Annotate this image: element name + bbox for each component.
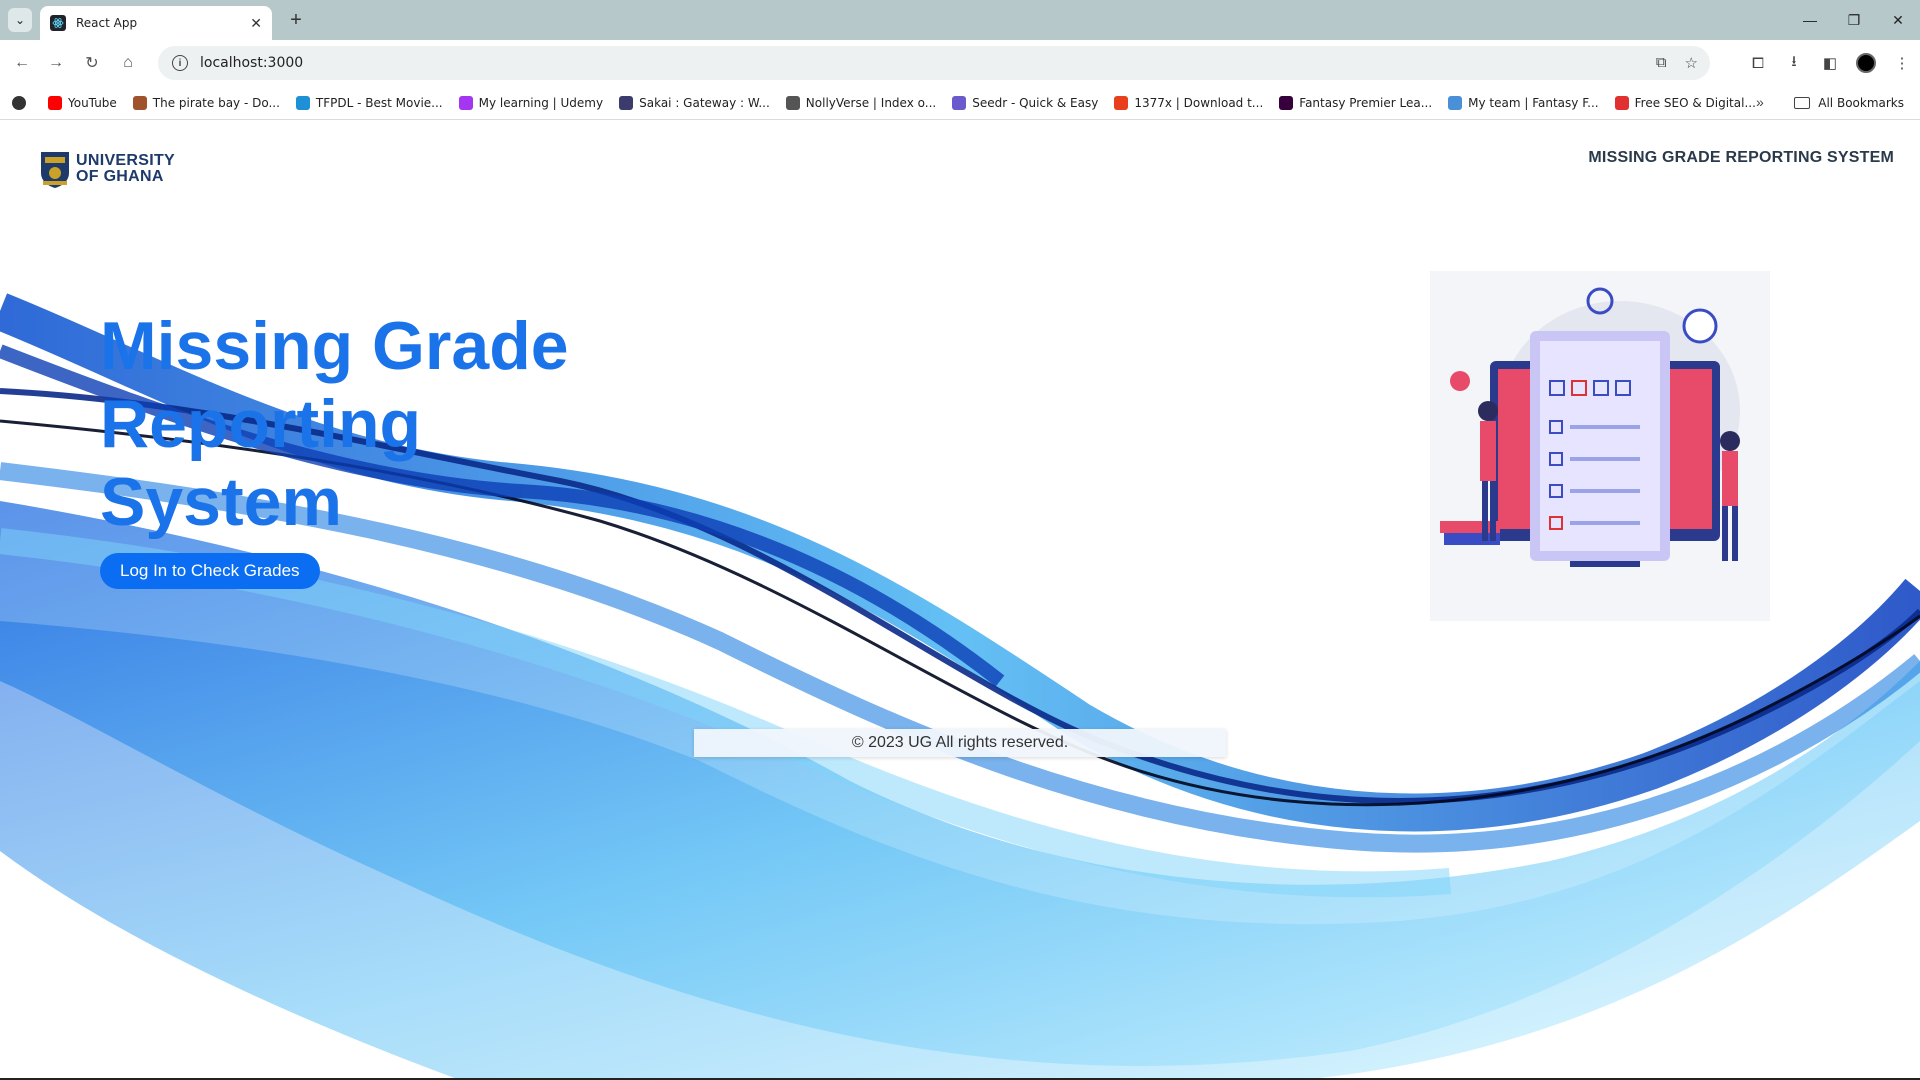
bookmark-item[interactable]: My team | Fantasy F...	[1448, 96, 1599, 110]
bookmarks-list: YouTube The pirate bay - Do... TFPDL - Bes…	[12, 86, 1772, 120]
bookmark-favicon-icon	[132, 96, 147, 110]
bookmark-label: TFPDL - Best Movie...	[315, 96, 443, 110]
browser-tabstrip: ⌄ React App ✕ + — ❐ ✕	[0, 0, 1920, 40]
bookmark-label: NollyVerse | Index o...	[805, 96, 937, 110]
footer-copyright: © 2023 UG All rights reserved.	[694, 729, 1226, 757]
logo-text: UNIVERSITY OF GHANA	[76, 153, 175, 185]
bookmark-label: Fantasy Premier Lea...	[1299, 96, 1433, 110]
bookmark-label: My team | Fantasy F...	[1468, 96, 1599, 110]
bookmark-item[interactable]: TFPDL - Best Movie...	[295, 96, 443, 110]
checklist-illustration	[1430, 271, 1770, 621]
bookmarks-bar: YouTube The pirate bay - Do... TFPDL - Bes…	[0, 86, 1920, 120]
bookmark-item[interactable]: Sakai : Gateway : W...	[619, 96, 770, 110]
bookmark-favicon-icon	[48, 96, 62, 110]
restore-icon[interactable]: ❐	[1832, 0, 1876, 40]
back-arrow-icon[interactable]: ←	[8, 49, 36, 77]
download-icon[interactable]: ⭳	[1776, 49, 1812, 77]
install-app-icon[interactable]: ⧉	[1656, 54, 1667, 72]
window-close-icon[interactable]: ✕	[1876, 0, 1920, 40]
bookmark-label: My learning | Udemy	[478, 96, 604, 110]
bookmark-favicon-icon	[1614, 96, 1629, 110]
new-tab-plus-icon[interactable]: +	[284, 8, 308, 32]
bookmark-label: Seedr - Quick & Easy	[972, 96, 1099, 110]
react-favicon-icon	[50, 15, 66, 31]
more-bookmarks-icon[interactable]: »	[1756, 94, 1764, 110]
bookmark-item[interactable]: My learning | Udemy	[458, 96, 604, 110]
url-text[interactable]: localhost:3000	[200, 55, 303, 71]
side-panel-icon[interactable]: ◧	[1812, 49, 1848, 77]
minimize-icon[interactable]: —	[1788, 0, 1832, 40]
tab-close-icon[interactable]: ✕	[250, 15, 262, 32]
site-info-icon[interactable]: i	[172, 55, 188, 71]
header-system-title: MISSING GRADE REPORTING SYSTEM	[1588, 149, 1894, 166]
reload-icon[interactable]: ↻	[78, 49, 106, 77]
bookmark-item[interactable]: NollyVerse | Index o...	[785, 96, 937, 110]
bookmark-favicon-icon	[295, 96, 310, 110]
logo-line-2: OF GHANA	[76, 168, 164, 185]
bookmark-item[interactable]: Seedr - Quick & Easy	[952, 96, 1098, 110]
tab-title: React App	[76, 16, 138, 30]
bookmark-label: Free SEO & Digital...	[1634, 96, 1756, 110]
bookmark-label: Sakai : Gateway : W...	[639, 96, 770, 110]
bookmark-item[interactable]: YouTube	[48, 96, 117, 110]
browser-tab[interactable]: React App ✕	[40, 6, 272, 40]
bookmark-favicon-icon	[458, 96, 473, 110]
bookmark-favicon-icon	[1114, 96, 1129, 110]
bookmark-item[interactable]: The pirate bay - Do...	[132, 96, 280, 110]
bookmark-item[interactable]: Free SEO & Digital...	[1614, 96, 1756, 110]
all-bookmarks-label: All Bookmarks	[1818, 96, 1904, 110]
bookmark-label: The pirate bay - Do...	[152, 96, 280, 110]
bookmark-favicon-icon	[785, 96, 800, 110]
bookmark-star-icon[interactable]: ☆	[1685, 54, 1698, 72]
logo-line-1: UNIVERSITY	[76, 152, 176, 169]
bookmark-favicon-icon	[1279, 96, 1294, 110]
bookmark-label: YouTube	[68, 96, 117, 110]
hero-title: Missing Grade Reporting System	[100, 308, 569, 540]
university-crest-icon	[41, 152, 69, 188]
folder-icon	[1794, 97, 1811, 109]
address-bar[interactable]: i localhost:3000 ⧉ ☆	[158, 46, 1710, 80]
page: UNIVERSITY OF GHANA MISSING GRADE REPORT…	[0, 121, 1920, 1080]
login-check-grades-button[interactable]: Log In to Check Grades	[100, 553, 320, 589]
home-icon[interactable]: ⌂	[114, 49, 142, 77]
globe-icon[interactable]	[12, 96, 32, 110]
extensions-icon[interactable]: ⧠	[1740, 49, 1776, 77]
profile-avatar[interactable]	[1856, 53, 1876, 73]
checklist-illustration-graphic	[1440, 287, 1740, 567]
all-bookmarks-button[interactable]: All Bookmarks	[1794, 86, 1904, 120]
menu-kebab-icon[interactable]: ⋮	[1884, 49, 1920, 77]
forward-arrow-icon[interactable]: →	[42, 49, 70, 77]
bookmark-favicon-icon	[1448, 96, 1463, 110]
browser-toolbar: ← → ↻ ⌂ i localhost:3000 ⧉ ☆ ⧠ ⭳ ◧ ⋮	[0, 40, 1920, 86]
bookmark-item[interactable]: Fantasy Premier Lea...	[1279, 96, 1432, 110]
university-logo[interactable]: UNIVERSITY OF GHANA	[38, 149, 175, 189]
window-controls: — ❐ ✕	[1788, 0, 1920, 40]
bookmark-favicon-icon	[952, 96, 967, 110]
tab-search-chevron-icon[interactable]: ⌄	[8, 8, 32, 32]
bookmark-item[interactable]: 1377x | Download t...	[1114, 96, 1263, 110]
bookmark-favicon-icon	[619, 96, 634, 110]
bookmark-label: 1377x | Download t...	[1134, 96, 1264, 110]
